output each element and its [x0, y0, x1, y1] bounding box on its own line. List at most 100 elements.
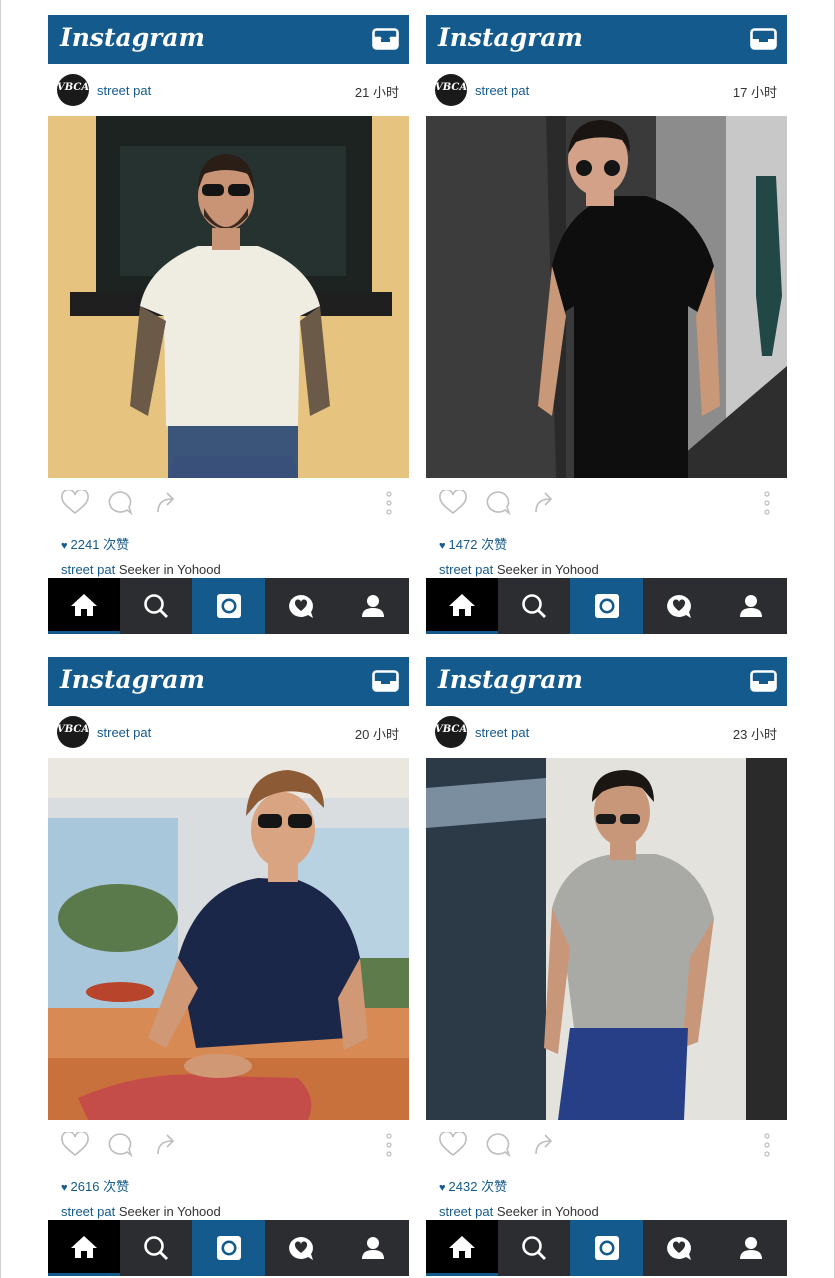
nav-profile[interactable]	[715, 1220, 787, 1276]
nav-activity[interactable]	[265, 578, 337, 634]
nav-camera[interactable]	[192, 578, 265, 634]
caption-text: Seeker in Yohood	[115, 562, 221, 577]
camera-icon	[216, 594, 241, 618]
post-photo[interactable]	[48, 758, 409, 1120]
nav-profile[interactable]	[337, 578, 409, 634]
username-link[interactable]: street pat	[475, 725, 529, 740]
nav-profile[interactable]	[715, 578, 787, 634]
caption-username[interactable]: street pat	[61, 562, 115, 577]
username-link[interactable]: street pat	[97, 83, 151, 98]
post-card: Instagram VBCA street pat 23 小时 ♥ 2432 次…	[426, 657, 787, 1276]
post-caption: street pat Seeker in Yohood	[439, 1204, 599, 1219]
nav-camera[interactable]	[570, 1220, 643, 1276]
caption-username[interactable]: street pat	[61, 1204, 115, 1219]
avatar[interactable]: VBCA	[57, 74, 89, 106]
nav-home[interactable]	[426, 1220, 498, 1276]
camera-icon	[594, 594, 619, 618]
nav-home[interactable]	[48, 1220, 120, 1276]
post-timestamp: 21 小时	[354, 85, 399, 100]
camera-icon	[594, 1236, 619, 1260]
nav-camera[interactable]	[192, 1220, 265, 1276]
heart-outline-icon[interactable]	[61, 490, 89, 515]
activity-heart-icon	[667, 595, 691, 618]
profile-icon	[740, 1237, 762, 1259]
nav-camera[interactable]	[570, 578, 643, 634]
app-header: Instagram	[48, 15, 409, 64]
share-arrow-icon[interactable]	[155, 490, 179, 514]
post-card: Instagram VBCA street pat 17 小时 ♥ 1472 次…	[426, 15, 787, 634]
nav-profile[interactable]	[337, 1220, 409, 1276]
post-timestamp: 20 小时	[354, 727, 399, 742]
inbox-icon[interactable]	[750, 28, 777, 50]
share-arrow-icon[interactable]	[533, 1132, 557, 1156]
nav-activity[interactable]	[265, 1220, 337, 1276]
profile-icon	[362, 1237, 384, 1259]
heart-outline-icon[interactable]	[439, 1132, 467, 1157]
nav-activity[interactable]	[643, 578, 715, 634]
more-vertical-icon[interactable]	[764, 1132, 770, 1158]
more-vertical-icon[interactable]	[386, 490, 392, 516]
likes-count[interactable]: ♥ 2241 次赞	[61, 534, 129, 553]
heart-outline-icon[interactable]	[439, 490, 467, 515]
bottom-nav	[426, 1220, 787, 1276]
instagram-logo[interactable]: Instagram	[438, 23, 583, 52]
nav-activity[interactable]	[643, 1220, 715, 1276]
activity-heart-icon	[289, 1237, 313, 1260]
post-actions	[426, 478, 787, 526]
inbox-icon[interactable]	[372, 28, 399, 50]
bottom-nav	[426, 578, 787, 634]
instagram-logo[interactable]: Instagram	[60, 23, 205, 52]
share-arrow-icon[interactable]	[533, 490, 557, 514]
nav-search[interactable]	[498, 1220, 570, 1276]
likes-count[interactable]: ♥ 1472 次赞	[439, 534, 507, 553]
likes-text: 1472 次赞	[448, 537, 508, 552]
avatar[interactable]: VBCA	[435, 716, 467, 748]
share-arrow-icon[interactable]	[155, 1132, 179, 1156]
post-caption: street pat Seeker in Yohood	[439, 562, 599, 577]
caption-text: Seeker in Yohood	[493, 562, 599, 577]
post-actions	[48, 1120, 409, 1168]
comment-icon[interactable]	[107, 1132, 133, 1157]
instagram-logo[interactable]: Instagram	[438, 665, 583, 694]
avatar[interactable]: VBCA	[435, 74, 467, 106]
app-header: Instagram	[48, 657, 409, 706]
search-icon	[522, 594, 546, 618]
avatar[interactable]: VBCA	[57, 716, 89, 748]
page-border-left	[0, 0, 1, 1278]
post-photo[interactable]	[48, 116, 409, 478]
home-icon	[71, 593, 97, 616]
heart-outline-icon[interactable]	[61, 1132, 89, 1157]
nav-home[interactable]	[426, 578, 498, 634]
nav-search[interactable]	[498, 578, 570, 634]
activity-heart-icon	[667, 1237, 691, 1260]
home-icon	[449, 593, 475, 616]
nav-search[interactable]	[120, 1220, 192, 1276]
inbox-icon[interactable]	[750, 670, 777, 692]
caption-username[interactable]: street pat	[439, 1204, 493, 1219]
post-photo[interactable]	[426, 116, 787, 478]
username-link[interactable]: street pat	[475, 83, 529, 98]
likes-text: 2616 次赞	[70, 1179, 130, 1194]
comment-icon[interactable]	[485, 490, 511, 515]
post-card: Instagram VBCA street pat 21 小时 ♥ 2241 次…	[48, 15, 409, 634]
post-photo[interactable]	[426, 758, 787, 1120]
post-timestamp: 23 小时	[732, 727, 777, 742]
likes-count[interactable]: ♥ 2616 次赞	[61, 1176, 129, 1195]
likes-count[interactable]: ♥ 2432 次赞	[439, 1176, 507, 1195]
more-vertical-icon[interactable]	[386, 1132, 392, 1158]
caption-username[interactable]: street pat	[439, 562, 493, 577]
nav-home[interactable]	[48, 578, 120, 634]
inbox-icon[interactable]	[372, 670, 399, 692]
bottom-nav	[48, 578, 409, 634]
comment-icon[interactable]	[107, 490, 133, 515]
nav-search[interactable]	[120, 578, 192, 634]
avatar-initials: VBCA	[57, 724, 89, 735]
post-actions	[48, 478, 409, 526]
caption-text: Seeker in Yohood	[115, 1204, 221, 1219]
home-icon	[449, 1235, 475, 1258]
profile-icon	[740, 595, 762, 617]
comment-icon[interactable]	[485, 1132, 511, 1157]
more-vertical-icon[interactable]	[764, 490, 770, 516]
username-link[interactable]: street pat	[97, 725, 151, 740]
instagram-logo[interactable]: Instagram	[60, 665, 205, 694]
